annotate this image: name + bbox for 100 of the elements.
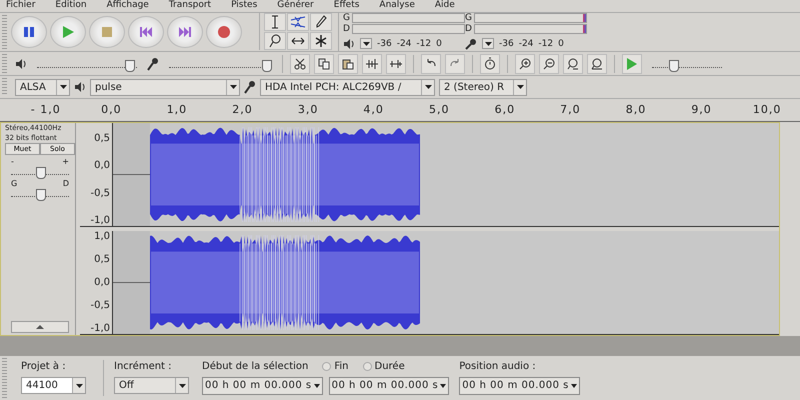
slider-label: - bbox=[11, 156, 14, 166]
pause-button[interactable] bbox=[11, 16, 47, 48]
scissors-icon bbox=[294, 58, 306, 70]
selection-tool[interactable] bbox=[264, 13, 286, 32]
menu-item[interactable]: Transport bbox=[168, 0, 212, 12]
ruler-label: 9,0 bbox=[690, 102, 713, 118]
dropdown-button[interactable] bbox=[360, 38, 372, 50]
skip-to-start-button[interactable] bbox=[128, 16, 164, 48]
ruler-label: 2,0 bbox=[231, 102, 254, 118]
radio-button[interactable] bbox=[322, 362, 332, 371]
slider-thumb[interactable] bbox=[36, 188, 46, 201]
project-rate-dropdown[interactable]: 44100 bbox=[21, 377, 86, 394]
snap-dropdown[interactable]: Off bbox=[114, 377, 189, 394]
scale-label: -0,5 bbox=[90, 300, 110, 312]
zoom-in-icon bbox=[519, 58, 531, 70]
slider-label: G bbox=[11, 178, 18, 188]
channel-label: G bbox=[343, 12, 351, 23]
caret-icon bbox=[484, 42, 492, 46]
skip-to-start-icon bbox=[139, 24, 153, 39]
scale-label: -1,0 bbox=[90, 323, 110, 334]
skip-to-end-icon bbox=[178, 24, 192, 39]
caret-icon bbox=[230, 85, 236, 90]
caret-icon bbox=[314, 384, 320, 388]
skip-to-end-button[interactable] bbox=[167, 16, 203, 48]
scale-label: 0,0 bbox=[94, 160, 110, 172]
ruler-label: 1,0 bbox=[166, 102, 188, 118]
meter-scale-label: 0 bbox=[558, 38, 564, 49]
speaker-icon bbox=[74, 82, 86, 92]
menu-item[interactable]: Analyse bbox=[379, 0, 415, 12]
time-field[interactable]: 00 h 00 m 00.000 s bbox=[202, 376, 323, 395]
slider-label: D bbox=[62, 178, 69, 188]
selection-start-label: Début de la sélection bbox=[202, 360, 308, 372]
fit-selection-button[interactable] bbox=[563, 54, 583, 74]
scale-label: 0,5 bbox=[94, 132, 110, 144]
menu-item[interactable]: Edition bbox=[55, 0, 87, 12]
undo-button[interactable] bbox=[421, 54, 441, 74]
caret-icon bbox=[424, 85, 432, 90]
menu-item[interactable]: Pistes bbox=[231, 0, 258, 12]
sync-lock-button[interactable] bbox=[480, 54, 500, 74]
meter-scale-label: -12 bbox=[538, 38, 554, 49]
slider-thumb[interactable] bbox=[669, 60, 679, 72]
zoom-out-button[interactable] bbox=[539, 54, 559, 74]
zoom-tool[interactable] bbox=[264, 32, 286, 50]
waveform-icon bbox=[390, 58, 402, 70]
double-arrow-icon bbox=[291, 36, 305, 46]
host-dropdown[interactable]: ALSA bbox=[15, 78, 70, 96]
radio-option[interactable]: Durée bbox=[362, 360, 405, 372]
menu-item[interactable]: Générer bbox=[277, 0, 314, 12]
time-field[interactable]: 00 h 00 m 00.000 s bbox=[328, 376, 450, 395]
dropdown-button[interactable] bbox=[482, 38, 494, 50]
meter-scale-label: -24 bbox=[396, 38, 412, 49]
radio-option[interactable]: Fin bbox=[322, 360, 348, 372]
project-rate-label: Projet à : bbox=[21, 361, 67, 372]
time-field[interactable]: 00 h 00 m 00.000 s bbox=[459, 376, 580, 395]
text-cursor-icon bbox=[269, 15, 281, 30]
slider-thumb[interactable] bbox=[125, 60, 135, 72]
copy-button[interactable] bbox=[314, 54, 334, 74]
meter-scale-label: -24 bbox=[518, 38, 534, 49]
time-shift-tool[interactable] bbox=[287, 32, 309, 50]
magnifier-icon bbox=[269, 34, 281, 48]
caret-icon bbox=[76, 384, 82, 388]
radio-button[interactable] bbox=[362, 362, 372, 371]
slider-thumb[interactable] bbox=[262, 60, 272, 72]
multi-tool[interactable] bbox=[310, 32, 332, 50]
menu-item[interactable]: Fichier bbox=[6, 0, 36, 12]
speaker-icon bbox=[15, 58, 27, 69]
audio-position-label: Position audio : bbox=[459, 360, 537, 372]
output-device-dropdown[interactable]: pulse bbox=[90, 78, 240, 96]
caret-icon bbox=[60, 85, 66, 90]
asterisk-icon bbox=[315, 35, 327, 48]
channels-dropdown[interactable]: 2 (Stereo) R bbox=[439, 78, 527, 96]
ruler-label: 8,0 bbox=[624, 102, 648, 118]
waveform-icon bbox=[366, 58, 378, 70]
zoom-in-button[interactable] bbox=[515, 54, 535, 74]
caret-icon bbox=[440, 384, 446, 388]
draw-tool[interactable] bbox=[310, 13, 332, 32]
ruler-label: - 1,0 bbox=[30, 102, 62, 118]
paste-button[interactable] bbox=[338, 54, 358, 74]
meter-scale-label: -12 bbox=[416, 38, 432, 49]
channel-label: D bbox=[343, 24, 351, 34]
ruler-label: 6,0 bbox=[494, 102, 516, 118]
scale-label: -1,0 bbox=[90, 215, 110, 226]
menu-item[interactable]: Affichage bbox=[106, 0, 149, 12]
pause-icon bbox=[22, 24, 36, 39]
menu-item[interactable]: Aide bbox=[434, 0, 455, 12]
record-button[interactable] bbox=[206, 16, 242, 48]
ruler-label: 3,0 bbox=[296, 102, 320, 118]
silence-button[interactable] bbox=[386, 54, 406, 74]
fit-project-button[interactable] bbox=[587, 54, 607, 74]
snap-label: Incrément : bbox=[114, 361, 173, 372]
caret-icon bbox=[516, 85, 524, 90]
microphone-icon bbox=[465, 38, 477, 50]
trim-button[interactable] bbox=[362, 54, 382, 74]
cut-button[interactable] bbox=[290, 54, 310, 74]
envelope-tool[interactable] bbox=[287, 13, 309, 32]
ruler-label: 7,0 bbox=[559, 102, 582, 118]
pencil-icon bbox=[315, 15, 327, 30]
input-device-dropdown[interactable]: HDA Intel PCH: ALC269VB / bbox=[260, 78, 435, 96]
menu-item[interactable]: Effets bbox=[334, 0, 360, 12]
slider-thumb[interactable] bbox=[36, 166, 46, 179]
